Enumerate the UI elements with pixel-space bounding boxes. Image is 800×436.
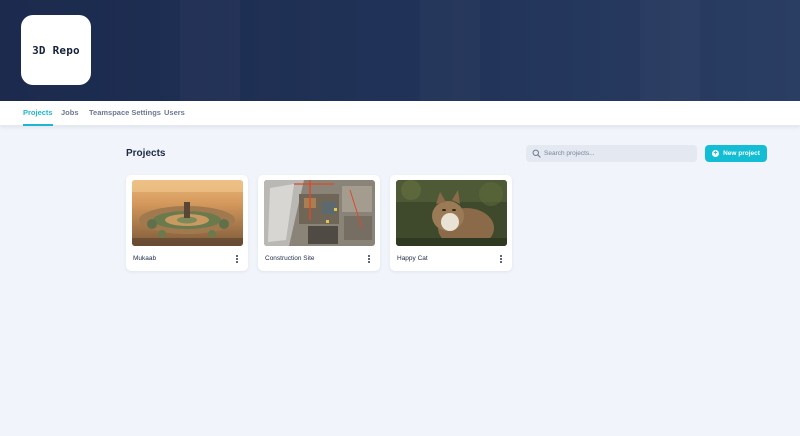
teamspace-logo[interactable]: 3D Repo (21, 15, 91, 85)
project-name: Construction Site (265, 255, 315, 262)
project-name: Mukaab (133, 255, 157, 262)
logo-text: 3D Repo (32, 43, 80, 57)
search-input[interactable] (544, 145, 694, 162)
tab-teamspace-settings[interactable]: Teamspace Settings (89, 101, 161, 126)
new-project-button[interactable]: + New project (705, 145, 767, 162)
new-project-label: New project (723, 150, 760, 157)
project-card-construction-site[interactable]: Construction Site (258, 175, 380, 271)
tab-jobs[interactable]: Jobs (61, 101, 79, 126)
banner-texture (640, 0, 700, 101)
search-box[interactable] (526, 145, 697, 162)
tab-projects[interactable]: Projects (23, 101, 53, 126)
banner-texture (420, 0, 480, 101)
page-title: Projects (126, 148, 166, 159)
construction-site-image (264, 180, 375, 246)
tab-bar: Projects Jobs Teamspace Settings Users (0, 101, 800, 126)
more-options-icon[interactable] (233, 253, 241, 265)
header-banner: 3D Repo (0, 0, 800, 101)
project-thumbnail (264, 180, 375, 246)
project-thumbnail (132, 180, 243, 246)
aerial-city-image (132, 180, 243, 246)
banner-texture (180, 0, 240, 101)
project-name: Happy Cat (397, 255, 428, 262)
project-card-mukaab[interactable]: Mukaab (126, 175, 248, 271)
plus-icon: + (712, 150, 720, 157)
more-options-icon[interactable] (365, 253, 373, 265)
project-thumbnail (396, 180, 507, 246)
more-options-icon[interactable] (497, 253, 505, 265)
tab-users[interactable]: Users (164, 101, 185, 126)
cat-photo-image (396, 180, 507, 246)
search-icon (532, 149, 541, 158)
project-card-happy-cat[interactable]: Happy Cat (390, 175, 512, 271)
